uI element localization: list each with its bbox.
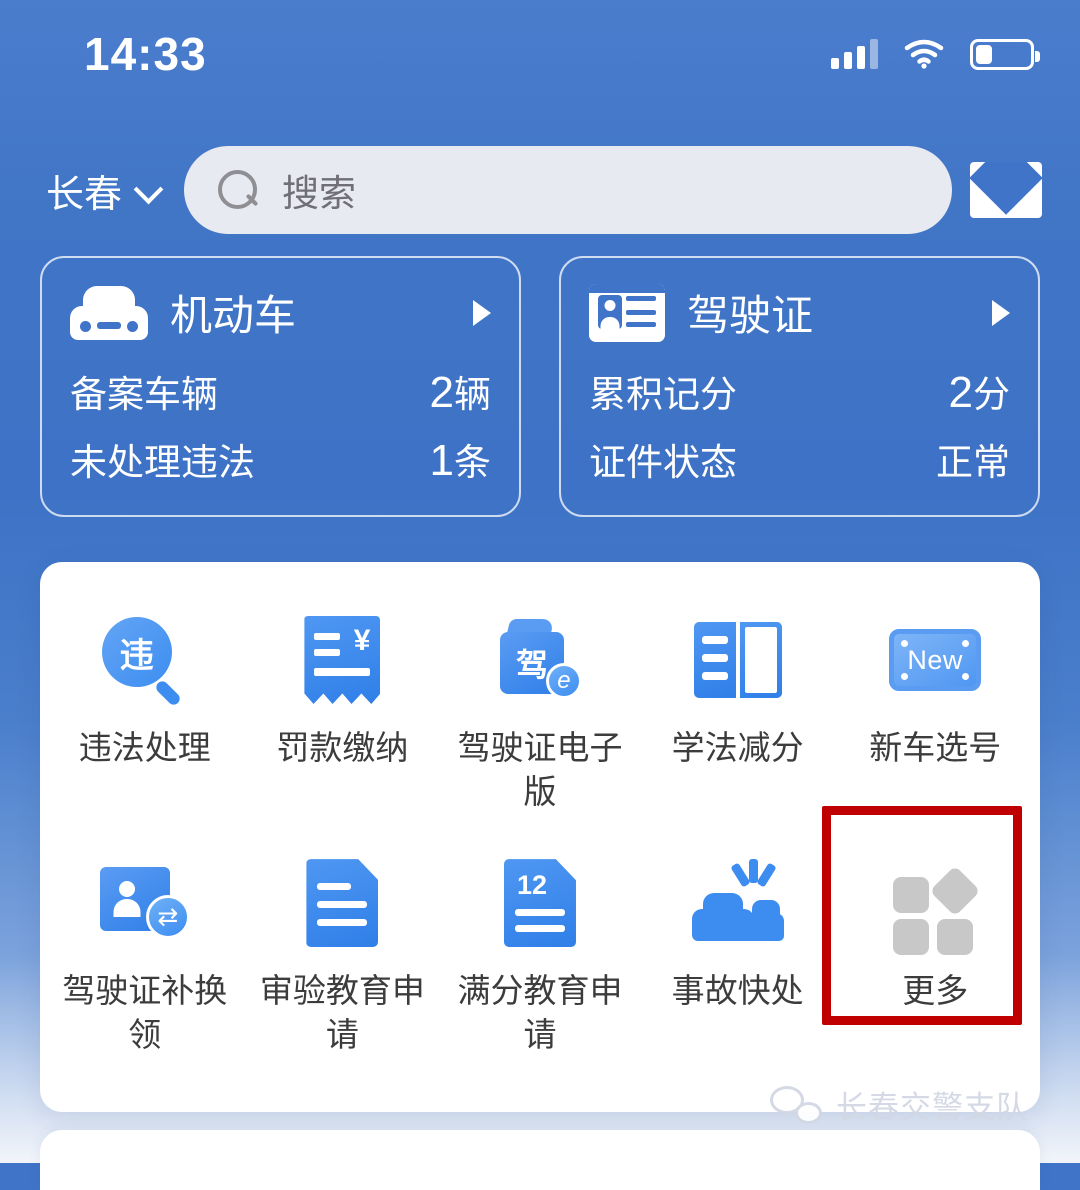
license-row-points-label: 累积记分: [589, 374, 737, 415]
car-crash-icon: [691, 857, 784, 949]
document-12-icon: 12: [494, 857, 586, 949]
status-bar: 14:33: [0, 0, 1080, 108]
signal-bars-icon: [831, 39, 878, 69]
city-label: 长春: [46, 173, 123, 216]
app-root: 14:33 长春 搜索 机动车 备案车辆 2辆 未处理违法 1条 驾驶证 累积记…: [0, 0, 1080, 1190]
id-card-icon: [589, 283, 665, 342]
license-row-status: 证件状态 正常: [589, 425, 1010, 493]
top-bar: 长春 搜索: [0, 142, 1080, 238]
service-license-replacement[interactable]: ⇄ 驾驶证补换领: [46, 843, 244, 1066]
vehicle-card[interactable]: 机动车 备案车辆 2辆 未处理违法 1条: [40, 256, 521, 517]
watermark: 长春交警支队: [770, 1082, 1028, 1127]
service-fine-payment[interactable]: ¥ 罚款缴纳: [244, 600, 442, 823]
service-label: 事故快处: [671, 972, 804, 1010]
service-review-education[interactable]: 审验教育申请: [244, 843, 442, 1066]
service-label: 学法减分: [671, 729, 804, 766]
service-new-plate-number[interactable]: New 新车选号: [836, 600, 1034, 823]
service-full-points-education[interactable]: 12 满分教育申请: [441, 843, 639, 1066]
next-section-card: [40, 1130, 1040, 1190]
wechat-icon: [770, 1085, 822, 1124]
service-e-license[interactable]: 驾 e 驾驶证电子版: [441, 600, 639, 823]
service-study-law-points[interactable]: 学法减分: [639, 600, 837, 823]
vehicle-row-registered: 备案车辆 2辆: [70, 357, 491, 425]
search-icon: [218, 170, 258, 210]
license-row-points-value: 2: [948, 368, 973, 417]
service-label: 新车选号: [869, 729, 1002, 766]
vehicle-row-registered-unit: 辆: [454, 374, 491, 415]
fine-receipt-icon: ¥: [296, 614, 388, 706]
services-panel: 违 违法处理 ¥ 罚款缴纳 驾 e 驾驶证电子版 学法减分 New 新车选号 ⇄…: [40, 562, 1040, 1113]
watermark-text: 长春交警支队: [836, 1090, 1028, 1125]
service-accident-quick-handling[interactable]: 事故快处: [639, 843, 837, 1066]
search-input[interactable]: 搜索: [184, 146, 952, 234]
mail-icon[interactable]: [970, 162, 1042, 218]
license-card-title: 驾驶证: [687, 292, 814, 339]
license-card[interactable]: 驾驶证 累积记分 2分 证件状态 正常: [559, 256, 1040, 517]
vehicle-row-registered-value: 2: [429, 368, 454, 417]
vehicle-row-registered-label: 备案车辆: [70, 374, 218, 415]
open-book-icon: [692, 614, 784, 706]
vehicle-row-violations: 未处理违法 1条: [70, 425, 491, 493]
car-icon: [70, 285, 148, 340]
service-label: 罚款缴纳: [276, 729, 409, 766]
service-label: 违法处理: [78, 729, 211, 766]
vehicle-row-violations-label: 未处理违法: [70, 442, 255, 483]
license-card-header: 驾驶证: [589, 282, 1010, 343]
more-grid-icon: [889, 857, 981, 956]
vehicle-card-title: 机动车: [170, 292, 297, 339]
license-row-status-value: 正常: [936, 442, 1010, 483]
service-label: 驾驶证补换领: [62, 972, 228, 1053]
search-placeholder: 搜索: [282, 173, 357, 214]
services-grid: 违 违法处理 ¥ 罚款缴纳 驾 e 驾驶证电子版 学法减分 New 新车选号 ⇄…: [46, 600, 1034, 1066]
document-icon: [296, 857, 388, 949]
license-row-points: 累积记分 2分: [589, 357, 1010, 425]
battery-icon: [970, 38, 1040, 70]
license-row-status-label: 证件状态: [589, 442, 737, 483]
service-violation-handling[interactable]: 违 违法处理: [46, 600, 244, 823]
chevron-down-icon: [136, 177, 162, 203]
violation-search-icon: 违: [99, 614, 191, 708]
chevron-right-icon: [992, 299, 1010, 326]
status-icons: [831, 38, 1040, 70]
service-label: 更多: [902, 972, 969, 1010]
license-row-points-unit: 分: [973, 374, 1010, 415]
vehicle-card-header: 机动车: [70, 282, 491, 343]
license-plate-icon: New: [889, 614, 982, 706]
vehicle-row-violations-unit: 条: [454, 442, 491, 483]
service-label: 审验教育申请: [259, 972, 425, 1053]
city-selector[interactable]: 长春: [46, 163, 166, 218]
e-license-wallet-icon: 驾 e: [494, 614, 586, 706]
chevron-right-icon: [473, 299, 491, 326]
service-label: 驾驶证电子版: [457, 729, 623, 810]
wifi-icon: [904, 39, 944, 69]
status-time: 14:33: [84, 28, 207, 80]
license-renew-icon: ⇄: [99, 857, 191, 949]
service-label: 满分教育申请: [457, 972, 623, 1053]
service-more[interactable]: 更多: [836, 843, 1034, 1066]
summary-cards: 机动车 备案车辆 2辆 未处理违法 1条 驾驶证 累积记分 2分 证件状态 正常: [40, 256, 1040, 517]
vehicle-row-violations-value: 1: [429, 436, 454, 485]
